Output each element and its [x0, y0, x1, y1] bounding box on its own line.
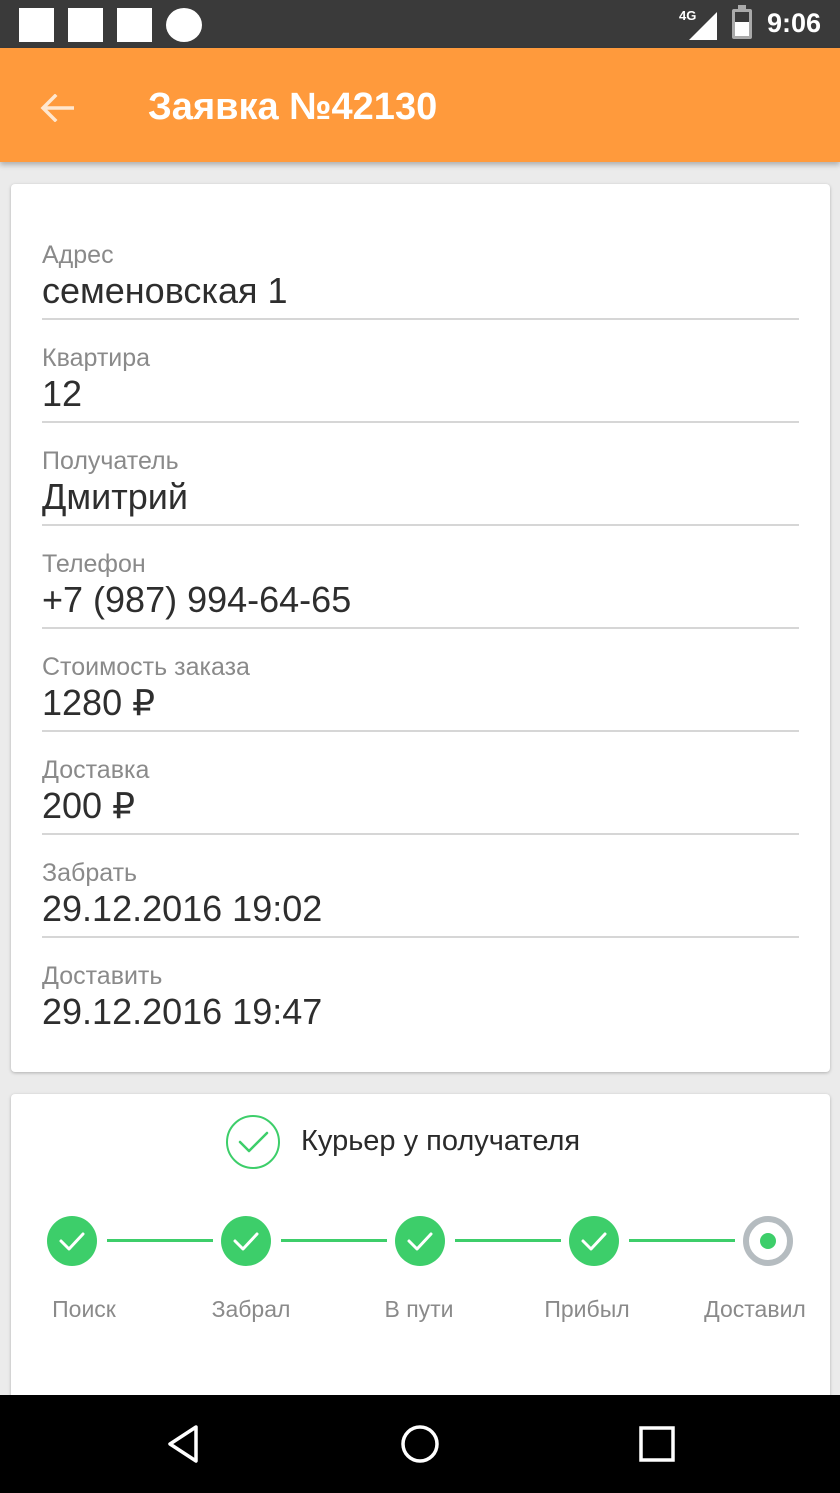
clock: 9:06 [767, 8, 822, 38]
field-pickup-time: Забрать 29.12.2016 19:02 [42, 802, 799, 938]
step-done-icon [221, 1216, 271, 1266]
step-done-icon [47, 1216, 97, 1266]
field-label: Адрес [42, 241, 114, 269]
step-in-transit [395, 1216, 445, 1266]
field-label: Забрать [42, 859, 138, 887]
field-apartment: Квартира 12 [42, 287, 799, 423]
step-arrived [569, 1216, 619, 1266]
step-current-icon [743, 1216, 793, 1266]
step-label: Забрал [211, 1296, 291, 1322]
navigation-bar [0, 1395, 840, 1493]
field-label: Телефон [42, 550, 146, 578]
step-label: Доставил [704, 1296, 806, 1322]
field-label: Квартира [42, 344, 151, 372]
field-label: Доставка [42, 756, 150, 784]
field-phone: Телефон +7 (987) 994-64-65 [42, 493, 799, 629]
field-label: Получатель [42, 447, 179, 475]
step-picked-up [221, 1216, 271, 1266]
step-connector [281, 1239, 387, 1242]
tracking-card: Курьер у получателя Поиск Забрал В пути … [11, 1094, 830, 1414]
step-label: Прибыл [544, 1296, 630, 1322]
field-order-cost: Стоимость заказа 1280 ₽ [42, 596, 799, 732]
check-circle-icon [226, 1115, 280, 1169]
notification-icon [166, 8, 202, 42]
back-button[interactable] [28, 82, 84, 132]
field-label: Стоимость заказа [42, 653, 250, 681]
battery-icon [732, 5, 752, 39]
step-done-icon [569, 1216, 619, 1266]
field-recipient: Получатель Дмитрий [42, 390, 799, 526]
step-search [47, 1216, 97, 1266]
app-bar: Заявка №42130 [0, 48, 840, 162]
step-label: Поиск [52, 1296, 116, 1322]
nav-home-icon[interactable] [395, 1419, 445, 1469]
step-delivered [743, 1216, 793, 1266]
step-label: В пути [384, 1296, 454, 1322]
status-text: Курьер у получателя [301, 1125, 581, 1157]
signal-icon: 4G [679, 8, 717, 40]
nav-back-icon[interactable] [160, 1419, 210, 1469]
notification-icon [68, 8, 103, 42]
page-title: Заявка №42130 [148, 86, 438, 128]
step-connector [455, 1239, 561, 1242]
step-done-icon [395, 1216, 445, 1266]
order-details-card: Адрес семеновская 1 Квартира 12 Получате… [11, 184, 830, 1072]
status-bar: 4G 9:06 [0, 0, 840, 48]
field-label: Доставить [42, 962, 163, 990]
field-value: 29.12.2016 19:47 [42, 991, 323, 1032]
field-delivery-time: Доставить 29.12.2016 19:47 [42, 905, 799, 1032]
step-connector [107, 1239, 213, 1242]
step-connector [629, 1239, 735, 1242]
nav-recents-icon[interactable] [632, 1419, 682, 1469]
arrow-back-icon [40, 94, 74, 122]
field-delivery-cost: Доставка 200 ₽ [42, 699, 799, 835]
notification-icon [19, 8, 54, 42]
field-address: Адрес семеновская 1 [42, 184, 799, 320]
notification-icon [117, 8, 152, 42]
